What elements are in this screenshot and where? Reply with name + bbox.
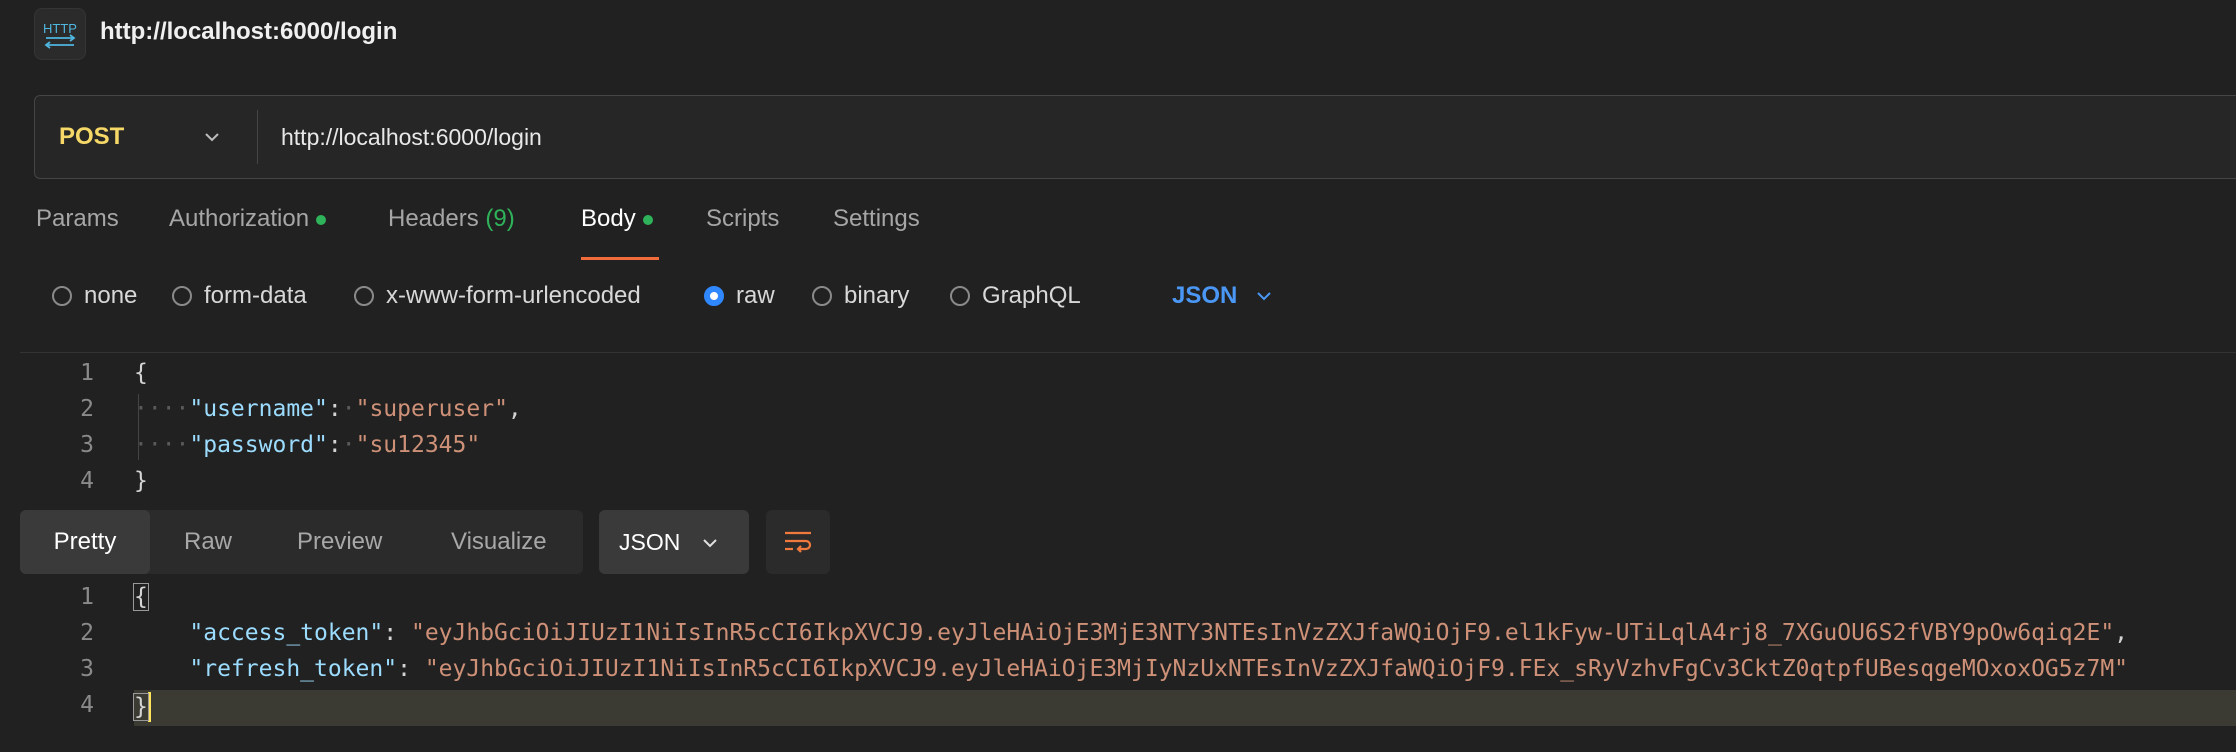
status-dot bbox=[316, 214, 327, 225]
view-tab-raw[interactable]: Raw bbox=[184, 510, 232, 574]
tab-settings[interactable]: Settings bbox=[833, 205, 920, 257]
url-divider bbox=[257, 110, 258, 164]
json-key: "refresh_token" bbox=[189, 656, 398, 682]
tab-headers-label: Headers bbox=[388, 205, 479, 232]
code-line: } bbox=[134, 468, 148, 494]
code-line: "access_token": "eyJhbGciOiJIUzI1NiIsInR… bbox=[189, 620, 2129, 646]
tab-scripts[interactable]: Scripts bbox=[706, 205, 779, 257]
page-title[interactable]: http://localhost:6000/login bbox=[100, 18, 397, 46]
radio-graphql[interactable]: GraphQL bbox=[950, 282, 1081, 310]
json-string: "eyJhbGciOiJIUzI1NiIsInR5cCI6IkpXVCJ9.ey… bbox=[410, 620, 2115, 646]
json-key: "access_token" bbox=[189, 620, 384, 646]
radio-none-label: none bbox=[84, 282, 138, 309]
tab-params-label: Params bbox=[36, 205, 119, 232]
json-key: "password" bbox=[189, 432, 328, 458]
line-number: 3 bbox=[80, 432, 94, 458]
chevron-down-icon bbox=[1257, 292, 1272, 301]
radio-circle bbox=[354, 286, 374, 306]
code-line: } bbox=[133, 692, 151, 722]
view-tab-visualize[interactable]: Visualize bbox=[451, 510, 547, 574]
tab-params[interactable]: Params bbox=[36, 205, 119, 257]
view-tab-preview[interactable]: Preview bbox=[297, 510, 382, 574]
code-line: ····"username":·"superuser", bbox=[134, 396, 522, 422]
wrap-lines-button[interactable] bbox=[766, 510, 830, 574]
view-tab-pretty[interactable]: Pretty bbox=[20, 510, 150, 574]
radio-urlencoded[interactable]: x-www-form-urlencoded bbox=[354, 282, 641, 310]
view-tab-raw-label: Raw bbox=[184, 528, 233, 555]
http-icon: HTTP bbox=[34, 8, 86, 60]
svg-text:HTTP: HTTP bbox=[43, 21, 77, 36]
response-body-viewer[interactable]: 1 2 3 4 { "access_token": "eyJhbGciOiJIU… bbox=[0, 580, 2236, 752]
open-brace: { bbox=[133, 583, 149, 611]
radio-binary-label: binary bbox=[844, 282, 910, 309]
chevron-down-icon bbox=[205, 133, 219, 142]
radio-circle bbox=[950, 286, 970, 306]
method-label: POST bbox=[59, 123, 125, 150]
radio-binary[interactable]: binary bbox=[812, 282, 909, 310]
view-tab-preview-label: Preview bbox=[297, 528, 383, 555]
code-line: ····"password":·"su12345" bbox=[134, 432, 481, 458]
tab-body[interactable]: Body bbox=[581, 205, 659, 260]
request-title-bar: HTTP http://localhost:6000/login bbox=[0, 0, 2236, 64]
code-line: { bbox=[133, 583, 149, 611]
radio-form-data-label: form-data bbox=[204, 282, 307, 309]
line-number: 4 bbox=[80, 692, 94, 718]
line-number: 4 bbox=[80, 468, 94, 494]
view-tab-pretty-label: Pretty bbox=[53, 528, 117, 555]
url-input[interactable] bbox=[281, 118, 2181, 156]
code-line: "refresh_token": "eyJhbGciOiJIUzI1NiIsIn… bbox=[189, 656, 2129, 682]
radio-raw[interactable]: raw bbox=[704, 282, 775, 310]
json-string: "eyJhbGciOiJIUzI1NiIsInR5cCI6IkpXVCJ9.ey… bbox=[424, 656, 2129, 682]
response-view-tabs: Pretty Raw Preview Visualize bbox=[20, 510, 583, 574]
line-number: 1 bbox=[80, 360, 94, 386]
radio-circle bbox=[52, 286, 72, 306]
tab-body-label: Body bbox=[581, 205, 636, 232]
radio-circle bbox=[172, 286, 192, 306]
url-bar: POST bbox=[34, 95, 2236, 179]
radio-none[interactable]: none bbox=[52, 282, 137, 310]
text-caret bbox=[147, 692, 151, 722]
radio-urlencoded-label: x-www-form-urlencoded bbox=[386, 282, 641, 309]
headers-count: (9) bbox=[485, 205, 515, 232]
tab-headers[interactable]: Headers (9) bbox=[388, 205, 515, 257]
json-string: "su12345" bbox=[355, 432, 481, 458]
section-divider bbox=[20, 352, 2236, 353]
view-tab-visualize-label: Visualize bbox=[451, 528, 547, 555]
radio-circle bbox=[812, 286, 832, 306]
close-brace: } bbox=[134, 468, 148, 494]
close-brace: } bbox=[133, 692, 149, 721]
line-number: 2 bbox=[80, 620, 94, 646]
tab-scripts-label: Scripts bbox=[706, 205, 780, 232]
line-number: 2 bbox=[80, 396, 94, 422]
code-line: { bbox=[134, 360, 148, 386]
radio-form-data[interactable]: form-data bbox=[172, 282, 307, 310]
tab-authorization-label: Authorization bbox=[169, 205, 310, 232]
response-format-dropdown[interactable]: JSON bbox=[599, 510, 749, 574]
tab-authorization[interactable]: Authorization bbox=[169, 205, 327, 257]
radio-raw-label: raw bbox=[736, 282, 775, 309]
current-line-highlight bbox=[134, 690, 2236, 726]
line-number: 3 bbox=[80, 656, 94, 682]
request-body-editor[interactable]: 1 2 3 4 { ····"username":·"superuser", ·… bbox=[0, 356, 2236, 506]
chevron-down-icon bbox=[703, 539, 717, 548]
response-format-label: JSON bbox=[619, 528, 681, 555]
json-string: "superuser" bbox=[355, 396, 508, 422]
raw-language-dropdown[interactable]: JSON bbox=[1172, 282, 1273, 310]
radio-circle-selected bbox=[704, 286, 724, 306]
radio-graphql-label: GraphQL bbox=[982, 282, 1081, 309]
tab-settings-label: Settings bbox=[833, 205, 920, 232]
open-brace: { bbox=[134, 360, 148, 386]
status-dot bbox=[642, 214, 653, 225]
json-key: "username" bbox=[189, 396, 328, 422]
wrap-lines-icon bbox=[785, 531, 812, 553]
method-dropdown[interactable]: POST bbox=[35, 96, 257, 178]
raw-language-label: JSON bbox=[1172, 282, 1238, 309]
line-number: 1 bbox=[80, 584, 94, 610]
